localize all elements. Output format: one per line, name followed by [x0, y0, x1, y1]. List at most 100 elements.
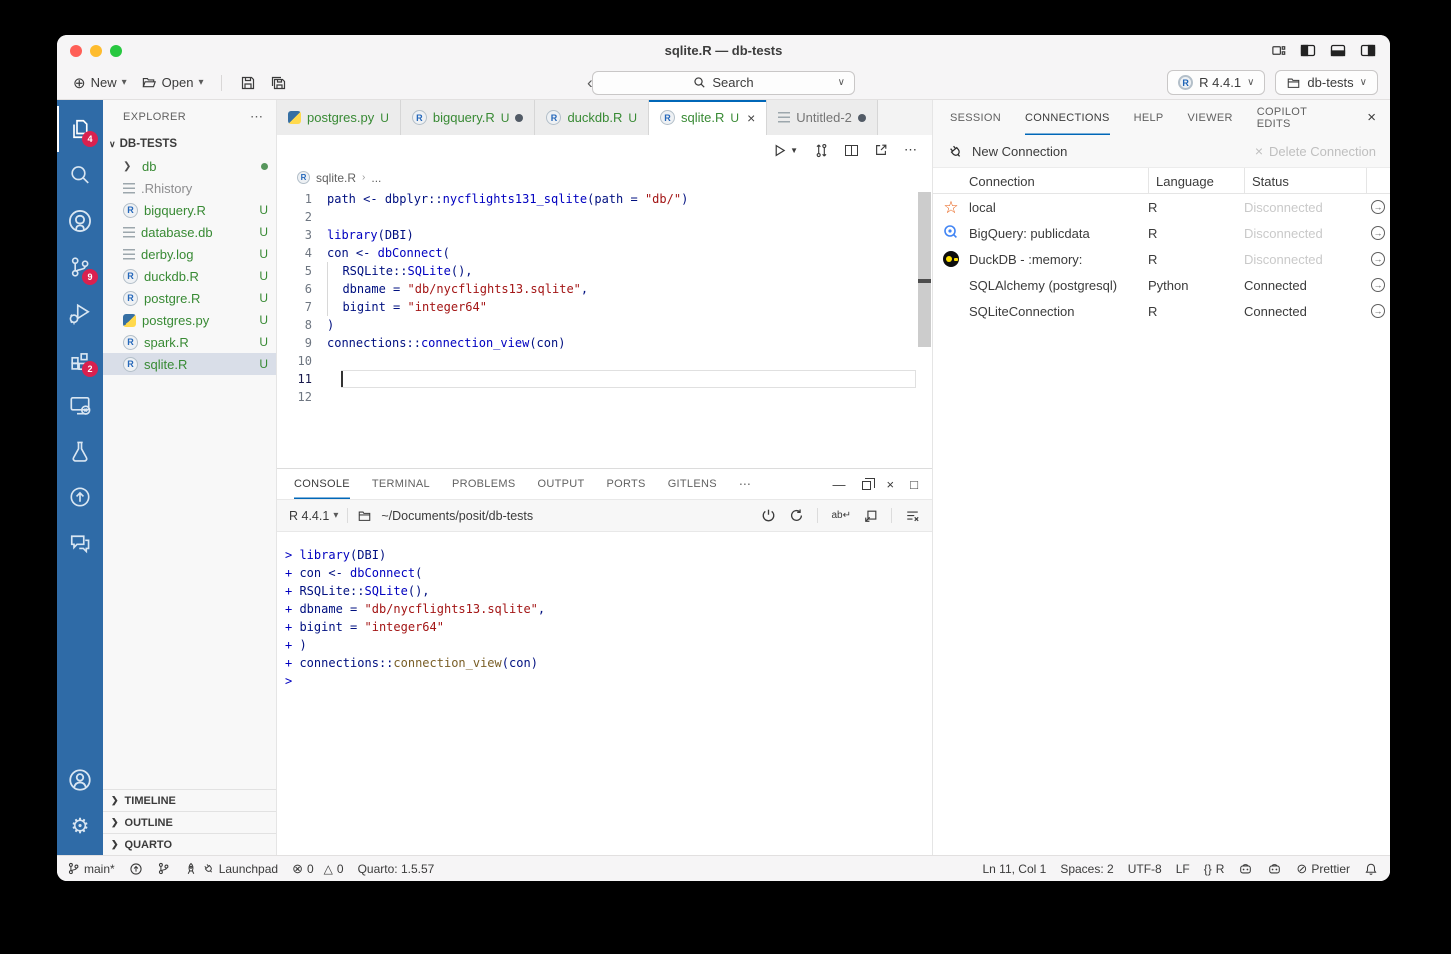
panel-tab-problems[interactable]: PROBLEMS [452, 469, 516, 499]
activity-chat[interactable] [57, 520, 103, 566]
connection-row[interactable]: DuckDB - :memory:RDisconnected→ [933, 246, 1390, 272]
file-item[interactable]: Rbigquery.RU [103, 199, 276, 221]
source-actions-icon[interactable] [814, 143, 829, 158]
editor-tab-postgres.py[interactable]: postgres.pyU [277, 100, 401, 135]
right-tab-viewer[interactable]: VIEWER [1188, 100, 1233, 135]
code-editor[interactable]: 1path <- dbplyr::nycflights131_sqlite(pa… [277, 190, 932, 468]
interpreter-sessions-icon[interactable] [157, 862, 170, 875]
editor-tab-duckdb.r[interactable]: Rduckdb.RU [535, 100, 649, 135]
breadcrumb[interactable]: R sqlite.R › ... [277, 165, 932, 190]
search-input[interactable]: Search ∨ [592, 71, 855, 95]
right-tab-session[interactable]: SESSION [950, 100, 1001, 135]
cursor-position[interactable]: Ln 11, Col 1 [983, 862, 1047, 876]
right-tab-copilot-edits[interactable]: COPILOT EDITS [1257, 100, 1343, 135]
connection-row[interactable]: SQLAlchemy (postgresql)PythonConnected→ [933, 272, 1390, 298]
close-panel-icon[interactable]: × [887, 477, 895, 492]
file-item[interactable]: ❯db [103, 155, 276, 177]
open-connection-arrow-icon[interactable]: → [1371, 200, 1385, 214]
activity-source-control[interactable]: 9 [57, 244, 103, 290]
explorer-more-icon[interactable]: ⋯ [250, 109, 264, 125]
restore-panel-icon[interactable] [862, 481, 871, 490]
open-button[interactable]: Open ▾ [137, 72, 208, 93]
editor-tab-untitled-2[interactable]: Untitled-2 [767, 100, 878, 135]
maximize-panel-icon[interactable]: □ [910, 477, 918, 492]
panel-tab-output[interactable]: OUTPUT [537, 469, 584, 499]
file-item[interactable]: Rsqlite.RU [103, 353, 276, 375]
move-console-icon[interactable] [864, 509, 878, 523]
explorer-root-folder[interactable]: ∨ DB-TESTS [103, 133, 276, 155]
console-output[interactable]: > library(DBI)+ con <- dbConnect(+ RSQLi… [277, 532, 932, 855]
clear-console-icon[interactable] [905, 509, 920, 523]
more-actions-icon[interactable]: ⋯ [904, 142, 918, 158]
minimize-panel-icon[interactable]: — [833, 477, 846, 492]
file-item[interactable]: postgres.pyU [103, 309, 276, 331]
shutdown-console-icon[interactable] [761, 508, 776, 523]
sidebar-section-timeline[interactable]: ❯TIMELINE [103, 789, 276, 811]
activity-extensions[interactable]: 2 [57, 336, 103, 382]
activity-publish[interactable] [57, 474, 103, 520]
account-icon[interactable] [57, 757, 103, 803]
open-in-new-window-icon[interactable] [874, 143, 888, 157]
console-interpreter-selector[interactable]: R 4.4.1 ▾ [289, 509, 338, 523]
panel-more-icon[interactable]: ⋯ [739, 469, 752, 499]
restart-console-icon[interactable] [789, 508, 804, 523]
open-connection-arrow-icon[interactable]: → [1371, 252, 1385, 266]
copilot-icon[interactable] [1238, 862, 1253, 876]
toggle-bottom-panel-icon[interactable] [1330, 43, 1346, 58]
panel-tab-console[interactable]: CONSOLE [294, 469, 350, 499]
copilot-edits-icon[interactable] [1267, 862, 1282, 876]
connection-row[interactable]: SQLiteConnectionRConnected→ [933, 298, 1390, 324]
workspace-selector[interactable]: db-tests ∨ [1275, 70, 1378, 95]
connection-row[interactable]: ☆localRDisconnected→ [933, 194, 1390, 220]
delete-connection-button[interactable]: × Delete Connection [1255, 143, 1376, 159]
notifications-bell-icon[interactable] [1364, 862, 1378, 876]
word-wrap-icon[interactable]: ab↵ [831, 510, 851, 521]
split-editor-icon[interactable] [845, 145, 858, 156]
toggle-left-sidebar-icon[interactable] [1300, 43, 1316, 58]
panel-tab-terminal[interactable]: TERMINAL [372, 469, 430, 499]
save-all-button[interactable] [266, 72, 291, 94]
problems-indicator[interactable]: ⊗ 0 △ 0 [292, 861, 344, 877]
publish-changes-icon[interactable] [129, 862, 143, 876]
new-connection-button[interactable]: New Connection [972, 144, 1067, 159]
activity-github[interactable] [57, 198, 103, 244]
open-connection-arrow-icon[interactable]: → [1371, 278, 1385, 292]
launchpad-button[interactable]: Launchpad [184, 862, 278, 876]
file-item[interactable]: database.dbU [103, 221, 276, 243]
file-item[interactable]: Rpostgre.RU [103, 287, 276, 309]
file-item[interactable]: .Rhistory [103, 177, 276, 199]
column-connection[interactable]: Connection [969, 168, 1148, 194]
panel-tab-ports[interactable]: PORTS [607, 469, 646, 499]
file-item[interactable]: derby.logU [103, 243, 276, 265]
open-connection-arrow-icon[interactable]: → [1371, 226, 1385, 240]
close-right-panel-icon[interactable]: × [1367, 109, 1376, 126]
right-tab-connections[interactable]: CONNECTIONS [1025, 100, 1110, 135]
prettier-indicator[interactable]: ⊘ Prettier [1296, 861, 1350, 877]
open-connection-arrow-icon[interactable]: → [1371, 304, 1385, 318]
new-button[interactable]: ⊕ New ▾ [69, 71, 131, 95]
save-button[interactable] [236, 72, 260, 94]
git-branch-indicator[interactable]: main* [67, 862, 115, 876]
encoding-setting[interactable]: UTF-8 [1128, 862, 1162, 876]
close-tab-icon[interactable]: × [747, 110, 755, 126]
column-status[interactable]: Status [1244, 168, 1366, 194]
sidebar-section-outline[interactable]: ❯OUTLINE [103, 811, 276, 833]
customize-layout-icon[interactable] [1271, 43, 1286, 58]
connection-row[interactable]: BigQuery: publicdataRDisconnected→ [933, 220, 1390, 246]
activity-explorer[interactable]: 4 [57, 106, 103, 152]
panel-tab-gitlens[interactable]: GITLENS [668, 469, 717, 499]
settings-gear-icon[interactable]: ⚙ [57, 803, 103, 849]
chevron-down-icon[interactable]: ∨ [838, 77, 845, 88]
file-item[interactable]: Rduckdb.RU [103, 265, 276, 287]
right-tab-help[interactable]: HELP [1134, 100, 1164, 135]
editor-tab-bigquery.r[interactable]: Rbigquery.RU [401, 100, 536, 135]
column-language[interactable]: Language [1148, 168, 1244, 194]
indentation-setting[interactable]: Spaces: 2 [1060, 862, 1113, 876]
run-file-button[interactable]: ▼ [772, 143, 798, 158]
language-mode[interactable]: {} R [1204, 862, 1225, 876]
quarto-version[interactable]: Quarto: 1.5.57 [358, 862, 435, 876]
interpreter-selector[interactable]: R R 4.4.1 ∨ [1167, 70, 1265, 95]
file-item[interactable]: Rspark.RU [103, 331, 276, 353]
activity-remote-explorer[interactable] [57, 382, 103, 428]
sidebar-section-quarto[interactable]: ❯QUARTO [103, 833, 276, 855]
